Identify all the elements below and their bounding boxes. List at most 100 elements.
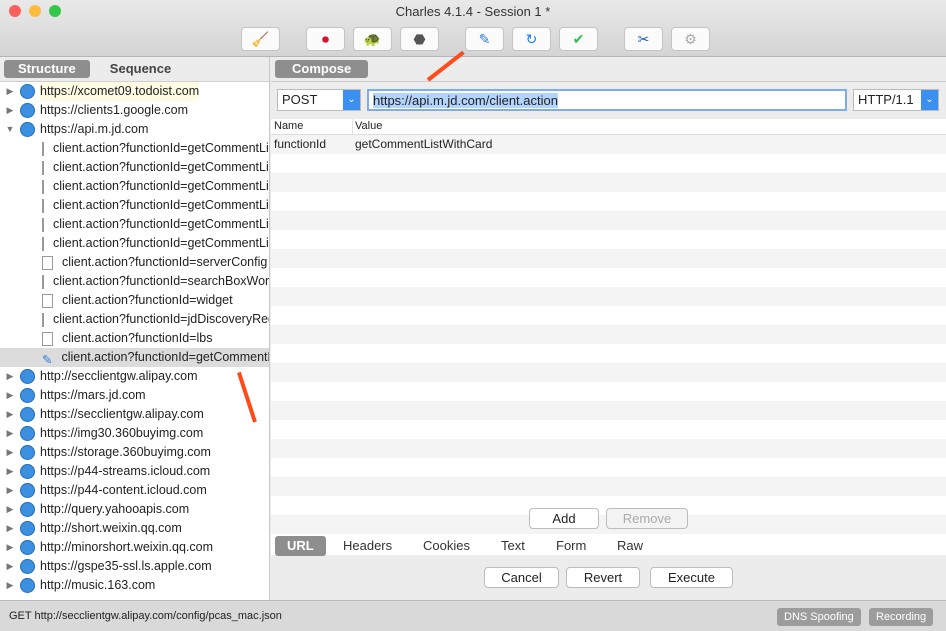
- broom-button[interactable]: 🧹: [241, 27, 280, 51]
- table-row[interactable]: [271, 439, 946, 458]
- tab-cookies[interactable]: Cookies: [411, 536, 482, 556]
- tree-item[interactable]: ▶ https://p44-streams.icloud.com: [0, 462, 269, 481]
- tree-item[interactable]: ▶ https://gspe35-ssl.ls.apple.com: [0, 557, 269, 576]
- tree-item[interactable]: ▶ http://query.yahooapis.com: [0, 500, 269, 519]
- tree-item[interactable]: ✎ client.action?functionId=getCommentList…: [0, 348, 269, 367]
- document-icon: [42, 160, 44, 175]
- disclosure-collapsed-icon[interactable]: ▶: [0, 481, 20, 500]
- tab-structure[interactable]: Structure: [4, 60, 90, 78]
- tree-item[interactable]: ▶ https://p44-content.icloud.com: [0, 481, 269, 500]
- protocol-select[interactable]: HTTP/1.1 ⌄: [853, 89, 939, 111]
- tree-item[interactable]: ▼ https://api.m.jd.com: [0, 120, 269, 139]
- execute-button[interactable]: Execute: [650, 567, 733, 588]
- record-button[interactable]: ⏺: [306, 27, 345, 51]
- tree-item[interactable]: ▶ https://xcomet09.todoist.com: [0, 82, 269, 101]
- revert-button[interactable]: Revert: [566, 567, 640, 588]
- table-row[interactable]: [271, 173, 946, 192]
- settings-gear-icon: ⚙: [684, 30, 697, 47]
- throttle-turtle-icon: 🐢: [363, 30, 382, 47]
- dns-spoofing-button[interactable]: DNS Spoofing: [777, 608, 861, 626]
- table-row[interactable]: [271, 382, 946, 401]
- table-row[interactable]: [271, 154, 946, 173]
- disclosure-collapsed-icon[interactable]: ▶: [0, 443, 20, 462]
- tree-item[interactable]: ▶ http://short.weixin.qq.com: [0, 519, 269, 538]
- remove-button[interactable]: Remove: [606, 508, 688, 529]
- tab-url[interactable]: URL: [275, 536, 326, 556]
- method-select[interactable]: POST ⌄: [277, 89, 361, 111]
- tree-item[interactable]: client.action?functionId=getCommentListW…: [0, 215, 269, 234]
- tree-item[interactable]: client.action?functionId=getCommentListW…: [0, 158, 269, 177]
- table-row[interactable]: [271, 211, 946, 230]
- table-row[interactable]: [271, 306, 946, 325]
- stop-hexagon-button[interactable]: ⬣: [400, 27, 439, 51]
- tree-item[interactable]: ▶ https://clients1.google.com: [0, 101, 269, 120]
- compose-pen-button[interactable]: ✎: [465, 27, 504, 51]
- disclosure-collapsed-icon[interactable]: ▶: [0, 101, 20, 120]
- cancel-button[interactable]: Cancel: [484, 567, 559, 588]
- tab-text[interactable]: Text: [489, 536, 537, 556]
- disclosure-collapsed-icon[interactable]: ▶: [0, 82, 20, 101]
- disclosure-collapsed-icon[interactable]: ▶: [0, 424, 20, 443]
- tab-raw[interactable]: Raw: [605, 536, 655, 556]
- table-row[interactable]: [271, 344, 946, 363]
- tab-headers[interactable]: Headers: [331, 536, 404, 556]
- table-row[interactable]: [271, 192, 946, 211]
- tree-item[interactable]: client.action?functionId=searchBoxWord: [0, 272, 269, 291]
- url-input[interactable]: https://api.m.jd.com/client.action: [367, 89, 847, 111]
- param-value: [353, 211, 355, 230]
- disclosure-collapsed-icon[interactable]: ▶: [0, 519, 20, 538]
- validate-check-button[interactable]: ✔: [559, 27, 598, 51]
- disclosure-collapsed-icon[interactable]: ▶: [0, 576, 20, 595]
- disclosure-collapsed-icon[interactable]: ▶: [0, 367, 20, 386]
- disclosure-expanded-icon[interactable]: ▼: [0, 120, 20, 139]
- tree-item[interactable]: ▶ https://storage.360buyimg.com: [0, 443, 269, 462]
- tree-item[interactable]: ▶ http://secclientgw.alipay.com: [0, 367, 269, 386]
- tree-item[interactable]: client.action?functionId=serverConfig: [0, 253, 269, 272]
- tree-item[interactable]: client.action?functionId=widget: [0, 291, 269, 310]
- tools-icon: ✂: [637, 30, 650, 47]
- add-button[interactable]: Add: [529, 508, 599, 529]
- recording-button[interactable]: Recording: [869, 608, 934, 626]
- compose-panel: Compose POST ⌄ https://api.m.jd.com/clien…: [271, 57, 946, 600]
- param-value: [353, 192, 355, 211]
- table-row[interactable]: [271, 458, 946, 477]
- tree-item-label: client.action?functionId=widget: [62, 293, 233, 307]
- record-icon: ⏺: [322, 30, 329, 47]
- tree-item[interactable]: client.action?functionId=jdDiscoveryRedP…: [0, 310, 269, 329]
- tree-item[interactable]: ▶ https://secclientgw.alipay.com: [0, 405, 269, 424]
- tree-item[interactable]: client.action?functionId=getCommentListW…: [0, 196, 269, 215]
- disclosure-collapsed-icon[interactable]: ▶: [0, 462, 20, 481]
- tools-button[interactable]: ✂: [624, 27, 663, 51]
- tree-item[interactable]: ▶ https://mars.jd.com: [0, 386, 269, 405]
- table-row[interactable]: [271, 363, 946, 382]
- tab-compose[interactable]: Compose: [275, 60, 369, 78]
- disclosure-collapsed-icon[interactable]: ▶: [0, 386, 20, 405]
- table-row[interactable]: functionId getCommentListWithCard: [271, 135, 946, 154]
- tree-item[interactable]: client.action?functionId=lbs: [0, 329, 269, 348]
- tree-item[interactable]: client.action?functionId=getCommentListW…: [0, 139, 269, 158]
- table-row[interactable]: [271, 325, 946, 344]
- table-row[interactable]: [271, 249, 946, 268]
- tree-item[interactable]: ▶ http://minorshort.weixin.qq.com: [0, 538, 269, 557]
- param-name: [271, 154, 353, 173]
- tree-item[interactable]: ▶ https://img30.360buyimg.com: [0, 424, 269, 443]
- disclosure-collapsed-icon[interactable]: ▶: [0, 557, 20, 576]
- tree-item-label: https://p44-content.icloud.com: [40, 483, 207, 497]
- table-row[interactable]: [271, 477, 946, 496]
- throttle-turtle-button[interactable]: 🐢: [353, 27, 392, 51]
- disclosure-collapsed-icon[interactable]: ▶: [0, 538, 20, 557]
- table-row[interactable]: [271, 268, 946, 287]
- settings-gear-button[interactable]: ⚙: [671, 27, 710, 51]
- tree-item[interactable]: client.action?functionId=getCommentListW…: [0, 177, 269, 196]
- disclosure-collapsed-icon[interactable]: ▶: [0, 405, 20, 424]
- repeat-refresh-button[interactable]: ↻: [512, 27, 551, 51]
- tab-sequence[interactable]: Sequence: [96, 60, 185, 78]
- table-row[interactable]: [271, 287, 946, 306]
- disclosure-collapsed-icon[interactable]: ▶: [0, 500, 20, 519]
- table-row[interactable]: [271, 420, 946, 439]
- table-row[interactable]: [271, 230, 946, 249]
- tree-item[interactable]: client.action?functionId=getCommentListW…: [0, 234, 269, 253]
- table-row[interactable]: [271, 401, 946, 420]
- tree-item[interactable]: ▶ http://music.163.com: [0, 576, 269, 595]
- tab-form[interactable]: Form: [544, 536, 598, 556]
